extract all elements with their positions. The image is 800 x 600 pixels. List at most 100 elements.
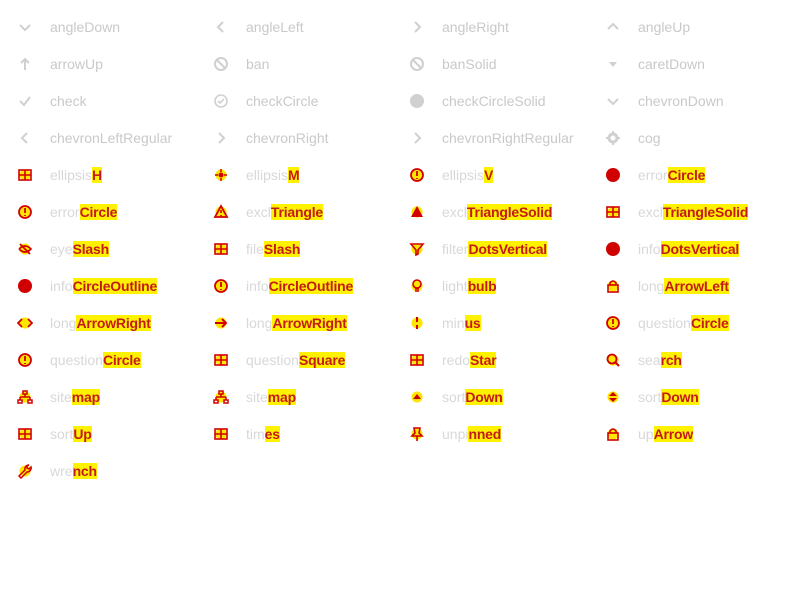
icon-label: cog bbox=[638, 129, 661, 146]
icon-cell[interactable]: questionSquare bbox=[210, 341, 406, 378]
triangle-solid-icon bbox=[406, 200, 428, 223]
icon-cell[interactable]: unpinned bbox=[406, 415, 602, 452]
sitemap-icon bbox=[14, 385, 36, 408]
caret-down-icon bbox=[602, 53, 624, 75]
icon-cell[interactable]: check bbox=[14, 82, 210, 119]
icon-label: search bbox=[638, 351, 682, 368]
circle-icon bbox=[406, 163, 428, 186]
icon-label: infoCircleOutline bbox=[246, 277, 354, 294]
icon-label: exclTriangleSolid bbox=[442, 203, 553, 220]
pin-icon bbox=[406, 422, 428, 445]
icon-label: errorCircle bbox=[638, 166, 706, 183]
circle-solid-icon bbox=[602, 237, 624, 260]
icon-cell[interactable]: sitemap bbox=[210, 378, 406, 415]
icon-cell[interactable]: angleDown bbox=[14, 8, 210, 45]
icon-label: checkCircleSolid bbox=[442, 92, 546, 109]
filter-icon bbox=[406, 237, 428, 260]
icon-label: ellipsisV bbox=[442, 166, 494, 183]
icon-cell[interactable]: longArrowRight bbox=[14, 304, 210, 341]
icon-cell[interactable]: questionCircle bbox=[602, 304, 798, 341]
icon-cell[interactable]: infoCircleOutline bbox=[14, 267, 210, 304]
icon-cell[interactable]: chevronLeftRegular bbox=[14, 119, 210, 156]
icon-cell[interactable]: longArrowLeft bbox=[602, 267, 798, 304]
icon-cell[interactable]: lightbulb bbox=[406, 267, 602, 304]
icon-cell[interactable]: banSolid bbox=[406, 45, 602, 82]
circle-solid-icon bbox=[602, 163, 624, 186]
icon-cell[interactable]: wrench bbox=[14, 452, 210, 489]
ban-icon bbox=[210, 53, 232, 75]
icon-cell[interactable]: chevronRight bbox=[210, 119, 406, 156]
icon-cell[interactable]: upArrow bbox=[602, 415, 798, 452]
icon-cell[interactable]: ellipsisV bbox=[406, 156, 602, 193]
search-icon bbox=[602, 348, 624, 371]
icon-cell[interactable]: angleRight bbox=[406, 8, 602, 45]
icon-label: unpinned bbox=[442, 425, 502, 442]
icon-label: errorCircle bbox=[50, 203, 118, 220]
angle-down-icon bbox=[602, 90, 624, 112]
icon-cell[interactable]: fileSlash bbox=[210, 230, 406, 267]
lock-icon bbox=[602, 422, 624, 445]
check-circle-solid-icon bbox=[406, 90, 428, 112]
icon-label: redoStar bbox=[442, 351, 497, 368]
grid-icon bbox=[602, 200, 624, 223]
sitemap-icon bbox=[210, 385, 232, 408]
icon-label: arrowUp bbox=[50, 55, 103, 72]
icon-label: questionCircle bbox=[50, 351, 141, 368]
icon-cell[interactable]: errorCircle bbox=[14, 193, 210, 230]
icon-label: sortUp bbox=[50, 425, 92, 442]
circle-solid-icon bbox=[14, 274, 36, 297]
icon-cell[interactable]: exclTriangleSolid bbox=[406, 193, 602, 230]
icon-label: fileSlash bbox=[246, 240, 301, 257]
icon-label: filterDotsVertical bbox=[442, 240, 547, 257]
grid-icon bbox=[14, 422, 36, 445]
icon-label: chevronLeftRegular bbox=[50, 129, 173, 146]
icon-cell[interactable]: angleUp bbox=[602, 8, 798, 45]
icon-cell[interactable]: infoDotsVertical bbox=[602, 230, 798, 267]
icon-label: ellipsisM bbox=[246, 166, 300, 183]
icon-cell[interactable]: cog bbox=[602, 119, 798, 156]
icon-cell[interactable]: filterDotsVertical bbox=[406, 230, 602, 267]
icon-cell[interactable]: chevronRightRegular bbox=[406, 119, 602, 156]
circle-icon bbox=[602, 311, 624, 334]
icon-cell[interactable]: infoCircleOutline bbox=[210, 267, 406, 304]
arrow-up-icon bbox=[14, 53, 36, 75]
icon-cell[interactable]: errorCircle bbox=[602, 156, 798, 193]
icon-label: questionSquare bbox=[246, 351, 346, 368]
icon-label: infoCircleOutline bbox=[50, 277, 158, 294]
icon-label: infoDotsVertical bbox=[638, 240, 740, 257]
icon-cell[interactable]: sitemap bbox=[14, 378, 210, 415]
icon-cell[interactable]: times bbox=[210, 415, 406, 452]
icon-cell[interactable]: ellipsisM bbox=[210, 156, 406, 193]
grid-icon bbox=[406, 348, 428, 371]
icon-cell[interactable]: ellipsisH bbox=[14, 156, 210, 193]
icon-cell[interactable]: sortUp bbox=[14, 415, 210, 452]
icon-cell[interactable]: questionCircle bbox=[14, 341, 210, 378]
icon-label: angleDown bbox=[50, 18, 121, 35]
icon-cell[interactable]: ban bbox=[210, 45, 406, 82]
icon-label: questionCircle bbox=[638, 314, 729, 331]
icon-cell[interactable]: exclTriangle bbox=[210, 193, 406, 230]
icon-cell[interactable]: angleLeft bbox=[210, 8, 406, 45]
angle-right-icon bbox=[406, 127, 428, 149]
icon-cell[interactable]: search bbox=[602, 341, 798, 378]
icon-label: ellipsisH bbox=[50, 166, 102, 183]
angle-right-icon bbox=[210, 127, 232, 149]
check-icon bbox=[14, 90, 36, 112]
icon-cell[interactable]: exclTriangleSolid bbox=[602, 193, 798, 230]
icon-cell[interactable]: longArrowRight bbox=[210, 304, 406, 341]
icon-cell[interactable]: checkCircleSolid bbox=[406, 82, 602, 119]
icon-cell[interactable]: arrowUp bbox=[14, 45, 210, 82]
icon-cell[interactable]: sortDown bbox=[602, 378, 798, 415]
icon-cell[interactable]: sortDown bbox=[406, 378, 602, 415]
circle-icon bbox=[14, 348, 36, 371]
icon-cell[interactable]: caretDown bbox=[602, 45, 798, 82]
icon-cell[interactable]: redoStar bbox=[406, 341, 602, 378]
check-circle-icon bbox=[210, 90, 232, 112]
icon-label: angleLeft bbox=[246, 18, 304, 35]
icon-cell[interactable]: eyeSlash bbox=[14, 230, 210, 267]
icon-cell[interactable]: chevronDown bbox=[602, 82, 798, 119]
icon-cell[interactable]: minus bbox=[406, 304, 602, 341]
angle-up-icon bbox=[602, 16, 624, 38]
circle-icon bbox=[14, 200, 36, 223]
icon-cell[interactable]: checkCircle bbox=[210, 82, 406, 119]
